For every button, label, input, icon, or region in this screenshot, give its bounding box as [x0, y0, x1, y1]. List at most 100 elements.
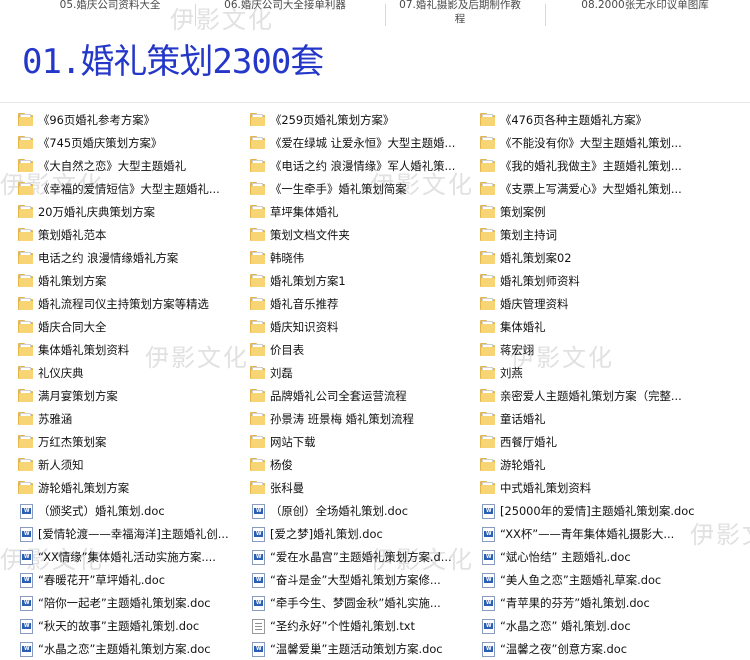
folder-icon: [480, 457, 496, 472]
file-item[interactable]: W [爱情轮渡——幸福海洋]主题婚礼创...: [18, 522, 250, 545]
file-name: 婚礼策划案02: [500, 250, 572, 265]
folder-item[interactable]: 《259页婚礼策划方案》: [250, 108, 482, 131]
folder-icon: [480, 365, 496, 380]
folder-item[interactable]: 礼仪庆典: [18, 361, 250, 384]
file-item[interactable]: W “水晶之恋”主题婚礼策划方案.doc: [18, 637, 250, 660]
file-name: 《电话之约 浪漫情缘》军人婚礼策...: [270, 158, 456, 173]
folder-item[interactable]: 新人须知: [18, 453, 250, 476]
folder-item[interactable]: 《476页各种主题婚礼方案》: [480, 108, 712, 131]
folder-item[interactable]: 张科曼: [250, 476, 482, 499]
top-folder-item[interactable]: 07.婚礼摄影及后期制作教程: [395, 0, 525, 26]
file-name: [爱之梦]婚礼策划.doc: [270, 526, 383, 541]
file-item[interactable]: W “青苹果的芬芳”婚礼策划.doc: [480, 591, 712, 614]
folder-item[interactable]: 刘磊: [250, 361, 482, 384]
folder-item[interactable]: 万红杰策划案: [18, 430, 250, 453]
folder-item[interactable]: 集体婚礼: [480, 315, 712, 338]
folder-item[interactable]: 策划文档文件夹: [250, 223, 482, 246]
file-item[interactable]: W “温馨之夜”创意方案.doc: [480, 637, 712, 660]
folder-item[interactable]: 西餐厅婚礼: [480, 430, 712, 453]
folder-item[interactable]: 游轮婚礼策划方案: [18, 476, 250, 499]
folder-item[interactable]: 婚庆管理资料: [480, 292, 712, 315]
top-folder-item[interactable]: 05.婚庆公司资料大全: [40, 0, 180, 12]
file-item[interactable]: W [25000年的爱情]主题婚礼策划案.doc: [480, 499, 712, 522]
file-name: 策划主持词: [500, 227, 557, 242]
folder-item[interactable]: 集体婚礼策划资料: [18, 338, 250, 361]
folder-item[interactable]: 20万婚礼庆典策划方案: [18, 200, 250, 223]
folder-item[interactable]: 游轮婚礼: [480, 453, 712, 476]
folder-item[interactable]: 亲密爱人主题婚礼策划方案（完整...: [480, 384, 712, 407]
folder-item[interactable]: 蒋宏翊: [480, 338, 712, 361]
folder-item[interactable]: 婚礼策划方案1: [250, 269, 482, 292]
file-name: “奋斗是金”大型婚礼策划方案修...: [270, 572, 441, 587]
folder-item[interactable]: 婚礼音乐推荐: [250, 292, 482, 315]
folder-item[interactable]: 《幸福的爱情短信》大型主题婚礼...: [18, 177, 250, 200]
folder-item[interactable]: 《745页婚庆策划方案》: [18, 131, 250, 154]
file-name: [25000年的爱情]主题婚礼策划案.doc: [500, 503, 695, 518]
file-item[interactable]: “圣约永好”个性婚礼策划.txt: [250, 614, 482, 637]
folder-icon: [250, 342, 266, 357]
folder-item[interactable]: 《支票上写满爱心》大型婚礼策划...: [480, 177, 712, 200]
file-item[interactable]: W “奋斗是金”大型婚礼策划方案修...: [250, 568, 482, 591]
folder-item[interactable]: 价目表: [250, 338, 482, 361]
file-item[interactable]: W “XX情缘”集体婚礼活动实施方案....: [18, 545, 250, 568]
file-name: “温馨之夜”创意方案.doc: [500, 641, 628, 656]
file-name: 童话婚礼: [500, 411, 546, 426]
file-item[interactable]: W “爱在水晶宫”主题婚礼策划方案.d...: [250, 545, 482, 568]
folder-item[interactable]: 《爱在绿城 让爱永恒》大型主题婚...: [250, 131, 482, 154]
file-name: 网站下载: [270, 434, 316, 449]
folder-item[interactable]: 婚礼策划案02: [480, 246, 712, 269]
file-item[interactable]: W （颁奖式）婚礼策划.doc: [18, 499, 250, 522]
file-item[interactable]: W “秋天的故事”主题婚礼策划.doc: [18, 614, 250, 637]
file-item[interactable]: W “美人鱼之恋”主题婚礼草案.doc: [480, 568, 712, 591]
folder-item[interactable]: 《不能没有你》大型主题婚礼策划...: [480, 131, 712, 154]
folder-item[interactable]: 《一生牵手》婚礼策划简案: [250, 177, 482, 200]
file-item[interactable]: W （原创）全场婚礼策划.doc: [250, 499, 482, 522]
folder-item[interactable]: 婚庆合同大全: [18, 315, 250, 338]
word-document-icon: W: [250, 549, 266, 565]
folder-item[interactable]: 《我的婚礼我做主》主题婚礼策划...: [480, 154, 712, 177]
file-item[interactable]: W “陪你一起老”主题婚礼策划案.doc: [18, 591, 250, 614]
folder-item[interactable]: 杨俊: [250, 453, 482, 476]
open-folder-icon: [18, 250, 34, 265]
file-item[interactable]: W [爱之梦]婚礼策划.doc: [250, 522, 482, 545]
file-item[interactable]: W “水晶之恋” 婚礼策划.doc: [480, 614, 712, 637]
file-item[interactable]: W “春暖花开”草坪婚礼.doc: [18, 568, 250, 591]
folder-item[interactable]: 草坪集体婚礼: [250, 200, 482, 223]
folder-item[interactable]: 孙景涛 班景梅 婚礼策划流程: [250, 407, 482, 430]
folder-item[interactable]: 《96页婚礼参考方案》: [18, 108, 250, 131]
folder-item[interactable]: 婚礼策划方案: [18, 269, 250, 292]
file-name: 《我的婚礼我做主》主题婚礼策划...: [500, 158, 682, 173]
file-item[interactable]: W “温馨爱巢”主题活动策划方案.doc: [250, 637, 482, 660]
folder-item[interactable]: 刘燕: [480, 361, 712, 384]
folder-item[interactable]: 苏雅涵: [18, 407, 250, 430]
folder-item[interactable]: 童话婚礼: [480, 407, 712, 430]
file-name: 策划婚礼范本: [38, 227, 107, 242]
file-name: “圣约永好”个性婚礼策划.txt: [270, 618, 416, 633]
folder-item[interactable]: 品牌婚礼公司全套运营流程: [250, 384, 482, 407]
folder-item[interactable]: 婚礼策划师资料: [480, 269, 712, 292]
page-title: 01.婚礼策划2300套: [22, 42, 324, 82]
text-file-icon: [250, 618, 266, 634]
folder-item[interactable]: 《大自然之恋》大型主题婚礼: [18, 154, 250, 177]
file-name: 《259页婚礼策划方案》: [270, 112, 395, 127]
folder-item[interactable]: 婚礼流程司仪主持策划方案等精选: [18, 292, 250, 315]
file-item[interactable]: W “牵手今生、梦圆金秋”婚礼实施...: [250, 591, 482, 614]
folder-item[interactable]: 中式婚礼策划资料: [480, 476, 712, 499]
folder-item[interactable]: 策划婚礼范本: [18, 223, 250, 246]
file-item[interactable]: W “斌心怡结” 主题婚礼.doc: [480, 545, 712, 568]
folder-item[interactable]: 婚庆知识资料: [250, 315, 482, 338]
folder-item[interactable]: 策划主持词: [480, 223, 712, 246]
folder-item[interactable]: 韩晓伟: [250, 246, 482, 269]
top-folder-item[interactable]: 08.2000张无水印议单图库: [560, 0, 730, 12]
word-document-icon: W: [18, 641, 34, 657]
word-document-icon: W: [480, 503, 496, 519]
folder-icon: [480, 319, 496, 334]
folder-item[interactable]: 《电话之约 浪漫情缘》军人婚礼策...: [250, 154, 482, 177]
folder-item[interactable]: 满月宴策划方案: [18, 384, 250, 407]
folder-item[interactable]: 电话之约 浪漫情缘婚礼方案: [18, 246, 250, 269]
top-folder-item[interactable]: 06.婚庆公司大全接单利器: [205, 0, 365, 12]
folder-item[interactable]: 网站下载: [250, 430, 482, 453]
file-item[interactable]: W “XX杯”——青年集体婚礼摄影大...: [480, 522, 712, 545]
folder-item[interactable]: 策划案例: [480, 200, 712, 223]
file-name: 婚礼策划方案: [38, 273, 107, 288]
